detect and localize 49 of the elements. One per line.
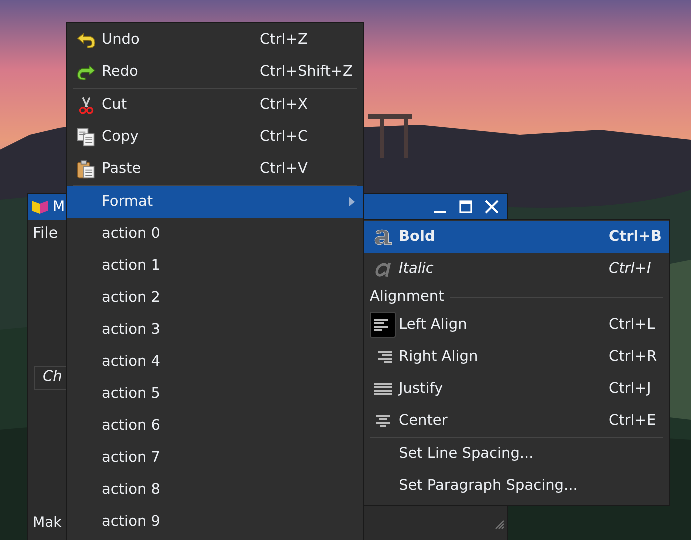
align-justify-icon	[374, 381, 392, 397]
shortcut-label: Ctrl+V	[260, 161, 308, 177]
redo-arrow-icon	[76, 62, 96, 82]
book-icon	[31, 199, 49, 215]
menu-item[interactable]: Format	[67, 186, 363, 218]
menu-item[interactable]: action 8	[67, 474, 363, 506]
menu-item[interactable]: action 9	[67, 506, 363, 538]
menu-item[interactable]: Cut Ctrl+X	[67, 89, 363, 121]
menu-item[interactable]: action 3	[67, 314, 363, 346]
shortcut-label: Ctrl+B	[609, 229, 662, 245]
menu-item[interactable]: action 1	[67, 250, 363, 282]
footer-label: Mak	[33, 515, 62, 531]
section-heading: Alignment	[370, 289, 444, 305]
shortcut-label: Ctrl+X	[260, 97, 308, 113]
menu-item[interactable]: Right Align Ctrl+R	[364, 341, 669, 373]
menu-item[interactable]: Left Align Ctrl+L	[364, 309, 669, 341]
shortcut-label: Ctrl+I	[609, 261, 652, 277]
menu-item[interactable]: Redo Ctrl+Shift+Z	[67, 56, 363, 88]
shortcut-label: Ctrl+R	[609, 349, 658, 365]
shortcut-label: Ctrl+C	[260, 129, 308, 145]
clipboard-icon	[76, 160, 96, 178]
menu-item[interactable]: Center Ctrl+E	[364, 405, 669, 437]
menu-item[interactable]: Bold Ctrl+B	[364, 221, 669, 253]
shortcut-label: Ctrl+E	[609, 413, 656, 429]
menu-item[interactable]: action 2	[67, 282, 363, 314]
menu-item[interactable]: action 7	[67, 442, 363, 474]
menu-item[interactable]: Paste Ctrl+V	[67, 153, 363, 185]
close-icon[interactable]	[485, 200, 499, 214]
undo-arrow-icon	[76, 30, 96, 50]
menu-item[interactable]: File	[33, 224, 58, 242]
shortcut-label: Ctrl+L	[609, 317, 656, 333]
resize-grip-icon[interactable]	[495, 520, 505, 530]
align-center-icon	[374, 413, 392, 429]
menu-item[interactable]: Set Line Spacing...	[364, 438, 669, 470]
menu-item[interactable]: Set Paragraph Spacing...	[364, 470, 669, 502]
window-title: M	[53, 199, 66, 215]
copy-icon	[76, 128, 96, 146]
menu-item[interactable]: Justify Ctrl+J	[364, 373, 669, 405]
shortcut-label: Ctrl+J	[609, 381, 652, 397]
submenu-arrow-icon	[349, 197, 355, 207]
shortcut-label: Ctrl+Z	[260, 32, 308, 48]
menu-item[interactable]: action 6	[67, 410, 363, 442]
maximize-icon[interactable]	[459, 200, 473, 214]
menu-item[interactable]: action 0	[67, 218, 363, 250]
menu-item[interactable]: Undo Ctrl+Z	[67, 24, 363, 56]
bold-letter-icon	[372, 228, 394, 246]
menu-item[interactable]: Italic Ctrl+I	[364, 253, 669, 285]
shortcut-label: Ctrl+Shift+Z	[260, 64, 353, 80]
menu-item[interactable]: Copy Ctrl+C	[67, 121, 363, 153]
